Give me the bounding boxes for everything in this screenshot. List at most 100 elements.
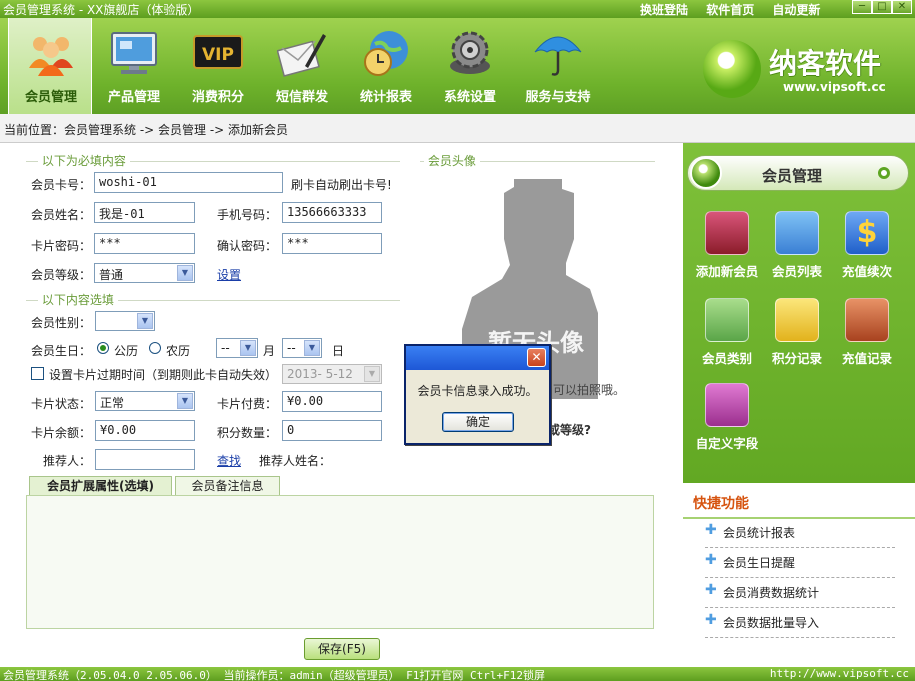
minimize-button[interactable]: ─ — [852, 0, 872, 14]
phone-input[interactable]: 13566663333 — [282, 202, 382, 223]
birthday-label: 会员生日： — [31, 344, 92, 358]
chevron-down-icon: ▼ — [240, 340, 256, 356]
level-label: 会员等级： — [31, 268, 92, 282]
solar-calendar-radio[interactable] — [97, 342, 109, 354]
card-fee-input[interactable]: ¥0.00 — [282, 391, 382, 412]
quick-link-member-stats[interactable]: ✚ 会员统计报表 — [705, 518, 895, 548]
find-referrer-link[interactable]: 查找 — [217, 452, 241, 469]
switch-shift-link[interactable]: 换班登陆 — [640, 3, 688, 17]
quick-link-consumption-stats[interactable]: ✚ 会员消费数据统计 — [705, 578, 895, 608]
recharge-record-shortcut[interactable]: 充值记录 — [829, 298, 905, 367]
grade-hint: 或等级? — [548, 423, 591, 437]
referrer-input[interactable] — [95, 449, 195, 470]
referrer-label: 推荐人： — [43, 454, 92, 468]
tool-consumption-points[interactable]: VIP 消费积分 — [176, 18, 260, 114]
optional-section-heading: 以下内容选填 — [26, 291, 400, 308]
birthday-month-select[interactable]: -- ▼ — [216, 338, 258, 358]
tab-content-panel — [26, 495, 654, 629]
tab-extended-attributes[interactable]: 会员扩展属性(选填) — [29, 476, 172, 496]
expiry-checkbox[interactable] — [31, 367, 44, 380]
title-bar: 会员管理系统 - XX旗舰店（体验版） 换班登陆 软件首页 自动更新 ─ □ ✕ — [0, 0, 915, 18]
add-member-shortcut[interactable]: 添加新会员 — [689, 211, 765, 280]
card-no-label: 会员卡号： — [31, 178, 92, 192]
brand-url: www.vipsoft.cc — [783, 80, 886, 94]
dollar-icon: $ — [845, 211, 889, 255]
card-no-input[interactable]: woshi-01 — [94, 172, 283, 193]
points-record-shortcut[interactable]: 积分记录 — [759, 298, 835, 367]
maximize-button[interactable]: □ — [872, 0, 892, 14]
level-settings-link[interactable]: 设置 — [217, 266, 241, 283]
lunar-calendar-radio[interactable] — [149, 342, 161, 354]
dialog-close-button[interactable]: ✕ — [527, 348, 546, 367]
right-panel: 会员管理 添加新会员 会员列表 $ 充值续次 会员类别 积分记录 充值记录 自定… — [683, 143, 915, 667]
referrer-name-label: 推荐人姓名： — [259, 454, 332, 468]
ring-icon — [878, 167, 890, 179]
member-category-shortcut[interactable]: 会员类别 — [689, 298, 765, 367]
tool-statistics-reports[interactable]: 统计报表 — [344, 18, 428, 114]
password-input[interactable]: *** — [94, 233, 195, 254]
month-label: 月 — [263, 344, 276, 358]
envelope-pen-icon — [277, 34, 326, 77]
close-button[interactable]: ✕ — [892, 0, 912, 14]
monitor-icon — [111, 32, 157, 74]
chevron-down-icon: ▼ — [177, 393, 193, 409]
gender-select[interactable]: ▼ — [95, 311, 155, 331]
tool-label: 会员管理 — [24, 90, 77, 105]
member-shortcuts: 会员管理 添加新会员 会员列表 $ 充值续次 会员类别 积分记录 充值记录 自定… — [683, 143, 915, 483]
dialog-message: 会员卡信息录入成功。 — [417, 384, 538, 398]
plus-icon: ✚ — [705, 552, 717, 568]
tool-label: 消费积分 — [191, 90, 244, 105]
tab-member-notes[interactable]: 会员备注信息 — [175, 476, 280, 496]
custom-field-icon — [705, 383, 749, 427]
top-links: 换班登陆 软件首页 自动更新 — [640, 1, 834, 18]
level-select[interactable]: 普通 ▼ — [94, 263, 195, 283]
member-list-shortcut[interactable]: 会员列表 — [759, 211, 835, 280]
gender-label: 会员性别： — [31, 316, 92, 330]
tool-label: 短信群发 — [275, 90, 328, 105]
main-toolbar: 会员管理 产品管理 VIP 消费积分 短信群发 统计报表 系统设置 服务与支持 … — [0, 18, 915, 114]
plus-icon: ✚ — [705, 522, 717, 538]
tool-product-management[interactable]: 产品管理 — [92, 18, 176, 114]
brand-name: 纳客软件 — [769, 47, 882, 80]
phone-label: 手机号码： — [217, 208, 278, 222]
name-input[interactable]: 我是-01 — [94, 202, 195, 223]
tool-label: 服务与支持 — [525, 90, 591, 105]
recharge-shortcut[interactable]: $ 充值续次 — [829, 211, 905, 280]
member-panel-title: 会员管理 — [762, 167, 823, 185]
save-button[interactable]: 保存(F5) — [304, 638, 380, 660]
card-status-select[interactable]: 正常 ▼ — [95, 391, 195, 411]
success-dialog: ✕ 会员卡信息录入成功。 确定 — [404, 344, 551, 445]
gear-icon — [450, 31, 490, 74]
tool-system-settings[interactable]: 系统设置 — [428, 18, 512, 114]
quick-link-batch-import[interactable]: ✚ 会员数据批量导入 — [705, 608, 895, 638]
quick-link-birthday-reminder[interactable]: ✚ 会员生日提醒 — [705, 548, 895, 578]
status-text: 会员管理系统（2.05.04.0 2.05.06.0） 当前操作员：admin（… — [3, 669, 546, 681]
tool-service-support[interactable]: 服务与支持 — [512, 18, 604, 114]
tool-sms-broadcast[interactable]: 短信群发 — [260, 18, 344, 114]
card-balance-label: 卡片余额： — [31, 426, 92, 440]
software-home-link[interactable]: 软件首页 — [706, 3, 754, 17]
tool-member-management[interactable]: 会员管理 — [8, 18, 92, 114]
expiry-date-picker[interactable]: 2013- 5-12 ▼ — [282, 364, 382, 384]
card-status-label: 卡片状态： — [31, 397, 92, 411]
password-label: 卡片密码： — [31, 239, 92, 253]
custom-field-shortcut[interactable]: 自定义字段 — [689, 383, 765, 452]
confirm-password-label: 确认密码： — [217, 239, 278, 253]
recharge-record-icon — [845, 298, 889, 342]
card-balance-input[interactable]: ¥0.00 — [95, 420, 195, 441]
breadcrumb: 当前位置：会员管理系统 -> 会员管理 -> 添加新会员 — [0, 114, 915, 143]
avatar-section-heading: 会员头像 — [420, 152, 655, 169]
chevron-down-icon: ▼ — [304, 340, 320, 356]
solar-calendar-label: 公历 — [114, 344, 139, 358]
birthday-day-select[interactable]: -- ▼ — [282, 338, 322, 358]
chevron-down-icon: ▼ — [364, 366, 380, 382]
points-input[interactable]: 0 — [282, 420, 382, 441]
vip-card-icon: VIP — [193, 35, 243, 69]
auto-update-link[interactable]: 自动更新 — [772, 3, 820, 17]
expiry-label: 设置卡片过期时间（到期则此卡自动失效） — [49, 368, 278, 382]
add-member-icon — [705, 211, 749, 255]
confirm-password-input[interactable]: *** — [282, 233, 382, 254]
logo-mark-icon — [703, 40, 761, 98]
chevron-down-icon: ▼ — [177, 265, 193, 281]
dialog-ok-button[interactable]: 确定 — [442, 412, 514, 432]
